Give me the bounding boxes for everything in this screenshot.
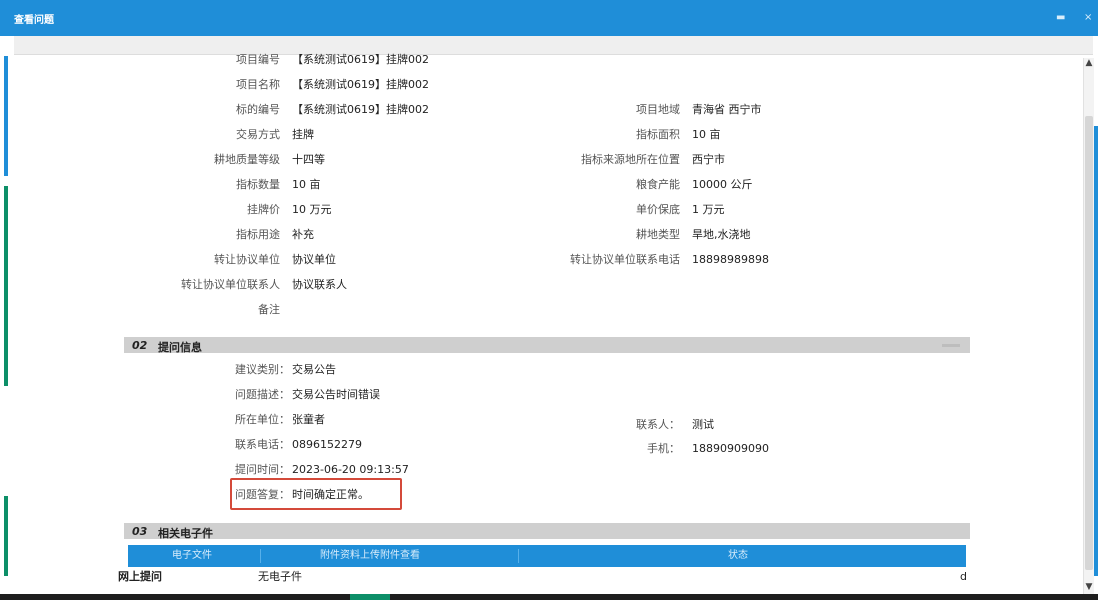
field-label: 项目名称 <box>236 78 280 91</box>
field-label: 粮食产能 <box>636 178 680 191</box>
field-label: 转让协议单位联系人 <box>181 278 280 291</box>
scroll-down-icon[interactable]: ▼ <box>1084 582 1094 594</box>
attachments-tab-bar: 电子文件 附件资料上传附件查看 状态 <box>128 545 966 567</box>
attachment-status: d <box>960 570 967 583</box>
section-number: 03 <box>132 525 148 538</box>
field-value: 旱地,水浇地 <box>692 228 751 241</box>
field-label: 建议类别： <box>235 363 290 376</box>
field-value: 18898989898 <box>692 253 769 266</box>
field-label: 转让协议单位联系电话 <box>570 253 680 266</box>
section-title: 提问信息 <box>158 341 202 354</box>
field-value: 【系统测试0619】挂牌002 <box>292 53 429 66</box>
minimize-icon[interactable]: ▬ <box>1056 12 1066 23</box>
field-value: 交易公告时间错误 <box>292 388 380 401</box>
attachment-name: 无电子件 <box>258 570 302 583</box>
field-value: 青海省 西宁市 <box>692 103 762 116</box>
field-label: 指标面积 <box>636 128 680 141</box>
field-label: 提问时间： <box>235 463 290 476</box>
field-value: 协议联系人 <box>292 278 347 291</box>
bottom-bar <box>0 594 1098 600</box>
close-icon[interactable]: × <box>1084 12 1094 23</box>
section-number: 02 <box>132 339 148 352</box>
field-value: 10000 公斤 <box>692 178 753 191</box>
window-title: 查看问题 <box>14 15 54 26</box>
section-header-attachments: 03 相关电子件 <box>124 523 970 540</box>
field-value: 10 亩 <box>692 128 721 141</box>
section-title: 相关电子件 <box>158 527 213 540</box>
section-header-question: 02 提问信息 <box>124 337 970 354</box>
field-label: 项目编号 <box>236 53 280 66</box>
field-label: 联系人： <box>636 418 680 431</box>
field-value: 西宁市 <box>692 153 725 166</box>
scrollbar-thumb[interactable] <box>1085 116 1093 570</box>
scroll-up-icon[interactable]: ▲ <box>1084 58 1094 70</box>
section-collapse-icon[interactable] <box>942 344 960 347</box>
field-label: 备注 <box>258 303 280 316</box>
field-value: 2023-06-20 09:13:57 <box>292 463 409 476</box>
attachment-row: 网上提问 无电子件 d <box>0 568 1000 586</box>
tab-electronic-file[interactable]: 电子文件 <box>172 545 212 567</box>
field-label: 指标来源地所在位置 <box>581 153 680 166</box>
field-label: 问题描述： <box>235 388 290 401</box>
attachment-source: 网上提问 <box>118 570 162 583</box>
vertical-scrollbar[interactable]: ▲ ▼ <box>1083 58 1094 594</box>
field-label: 手机： <box>647 442 680 455</box>
field-value: 【系统测试0619】挂牌002 <box>292 78 429 91</box>
field-label: 单价保底 <box>636 203 680 216</box>
tab-attachment-upload[interactable]: 附件资料上传附件查看 <box>320 545 420 567</box>
field-value: 1 万元 <box>692 203 725 216</box>
answer-highlight-box <box>230 478 402 510</box>
title-bar: 查看问题 ▬ × <box>0 0 1098 36</box>
field-label: 耕地类型 <box>636 228 680 241</box>
field-value: 测试 <box>692 418 714 431</box>
field-value: 18890909090 <box>692 442 769 455</box>
field-label: 项目地域 <box>636 103 680 116</box>
field-value: 交易公告 <box>292 363 336 376</box>
tab-status[interactable]: 状态 <box>728 545 748 567</box>
